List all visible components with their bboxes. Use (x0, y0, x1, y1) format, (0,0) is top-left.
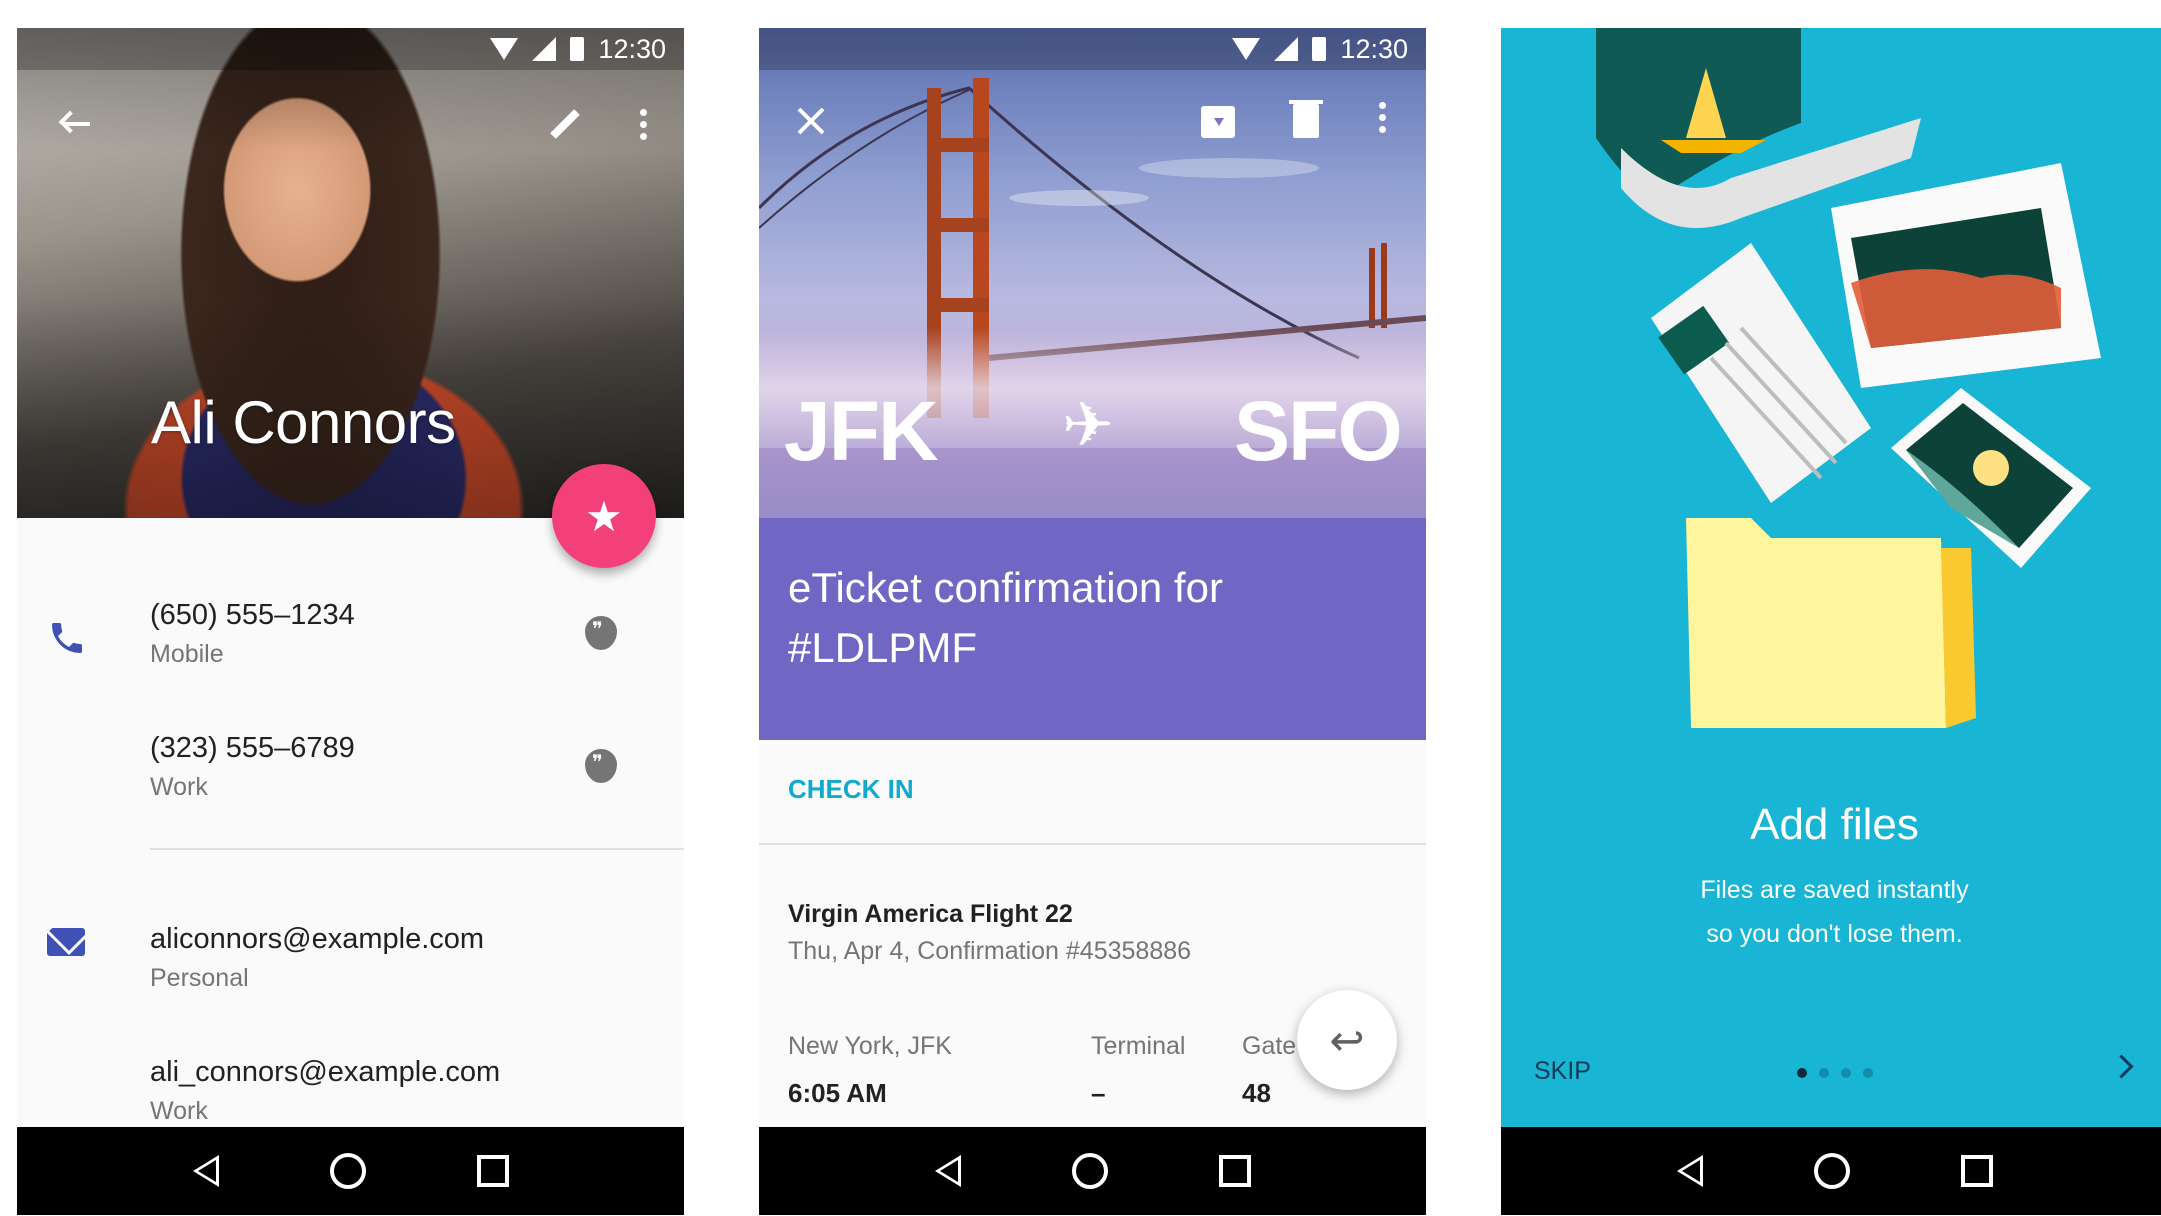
hangouts-icon[interactable] (585, 749, 617, 783)
more-button[interactable] (619, 100, 667, 148)
close-icon[interactable] (791, 102, 831, 142)
contact-name: Ali Connors (151, 389, 456, 456)
page-dot (1797, 1068, 1807, 1078)
onboarding-title: Add files (1750, 800, 1919, 849)
system-nav-bar (759, 1127, 1426, 1215)
arrow-back-icon (64, 122, 90, 126)
phone-type: Work (150, 773, 208, 801)
recents-icon[interactable] (476, 1155, 509, 1187)
system-nav-bar (1501, 1127, 2161, 1215)
recents-icon[interactable] (1960, 1155, 1993, 1187)
email-type: Personal (150, 964, 249, 992)
battery-icon (1312, 37, 1327, 61)
onboarding-screen: Add files Files are saved instantly so y… (1501, 28, 2161, 1215)
phone-number: (323) 555–6789 (150, 732, 355, 764)
more-vert-icon (639, 108, 647, 140)
gate-header: Gate (1242, 1032, 1297, 1060)
edit-icon (550, 109, 580, 139)
more-vert-icon[interactable] (1379, 102, 1386, 133)
back-icon[interactable] (192, 1155, 219, 1187)
star-icon: ★ (585, 492, 623, 540)
favorite-button[interactable]: ★ (552, 464, 656, 568)
status-time: 12:30 (1340, 33, 1408, 64)
hangouts-icon[interactable] (585, 616, 617, 650)
email-icon (47, 928, 85, 956)
status-bar: 12:30 (759, 28, 1426, 70)
page-dot (1841, 1068, 1851, 1078)
phone-icon (52, 623, 82, 653)
chevron-right-icon[interactable] (2109, 1054, 2134, 1079)
email-address: ali_connors@example.com (150, 1056, 501, 1088)
files-illustration (1596, 28, 2101, 728)
flight-details: Thu, Apr 4, Confirmation #45358886 (788, 937, 1192, 965)
home-icon[interactable] (329, 1153, 366, 1189)
ticket-title: eTicket confirmation for #LDLPMF (788, 564, 1223, 671)
page-dot (1819, 1068, 1829, 1078)
departure-time: 6:05 AM (788, 1078, 887, 1108)
recents-icon[interactable] (1218, 1155, 1251, 1187)
edit-button[interactable] (541, 100, 589, 148)
contact-screen: 12:30 Ali Connors ★ (650) 555–1234 Mobil… (17, 28, 684, 1215)
wifi-icon (1232, 38, 1261, 60)
ticket-screen: 12:30 JFK ✈ SFO eTicket confirmation for… (759, 28, 1426, 1215)
gate-value: 48 (1242, 1078, 1271, 1108)
description-line: Files are saved instantly (1700, 876, 1969, 904)
description-line: so you don't lose them. (1706, 920, 1963, 948)
battery-icon (570, 37, 585, 61)
email-type: Work (150, 1097, 208, 1125)
signal-icon (532, 37, 557, 61)
reply-icon: ↩ (1329, 1016, 1365, 1064)
onboarding-description: Files are saved instantly so you don't l… (1501, 868, 2161, 956)
signal-icon (1274, 37, 1299, 61)
page-dot (1863, 1068, 1873, 1078)
status-time: 12:30 (598, 33, 666, 64)
back-icon[interactable] (934, 1155, 961, 1187)
origin-code: JFK (784, 384, 939, 478)
terminal-header: Terminal (1091, 1032, 1186, 1060)
phone-type: Mobile (150, 640, 224, 668)
flight-name: Virgin America Flight 22 (788, 900, 1073, 928)
back-button[interactable] (53, 100, 101, 148)
terminal-value: – (1091, 1078, 1106, 1108)
delete-icon[interactable] (1289, 100, 1323, 138)
status-bar (1501, 28, 2161, 70)
check-in-button[interactable]: CHECK IN (788, 774, 914, 805)
archive-icon[interactable] (1201, 106, 1235, 138)
skip-button[interactable]: SKIP (1534, 1057, 1591, 1086)
airplane-icon: ✈ (1062, 391, 1114, 460)
divider (150, 848, 684, 850)
email-address: aliconnors@example.com (150, 923, 485, 955)
reply-button[interactable]: ↩ (1297, 990, 1397, 1090)
back-icon[interactable] (1676, 1155, 1703, 1187)
origin-header: New York, JFK (788, 1032, 952, 1060)
status-bar: 12:30 (17, 28, 684, 70)
phone-number: (650) 555–1234 (150, 599, 355, 631)
destination-code: SFO (1234, 384, 1403, 478)
wifi-icon (490, 38, 519, 60)
divider (759, 843, 1426, 845)
system-nav-bar (17, 1127, 684, 1215)
home-icon[interactable] (1813, 1153, 1850, 1189)
home-icon[interactable] (1071, 1153, 1108, 1189)
page-indicator (1797, 1068, 1873, 1078)
